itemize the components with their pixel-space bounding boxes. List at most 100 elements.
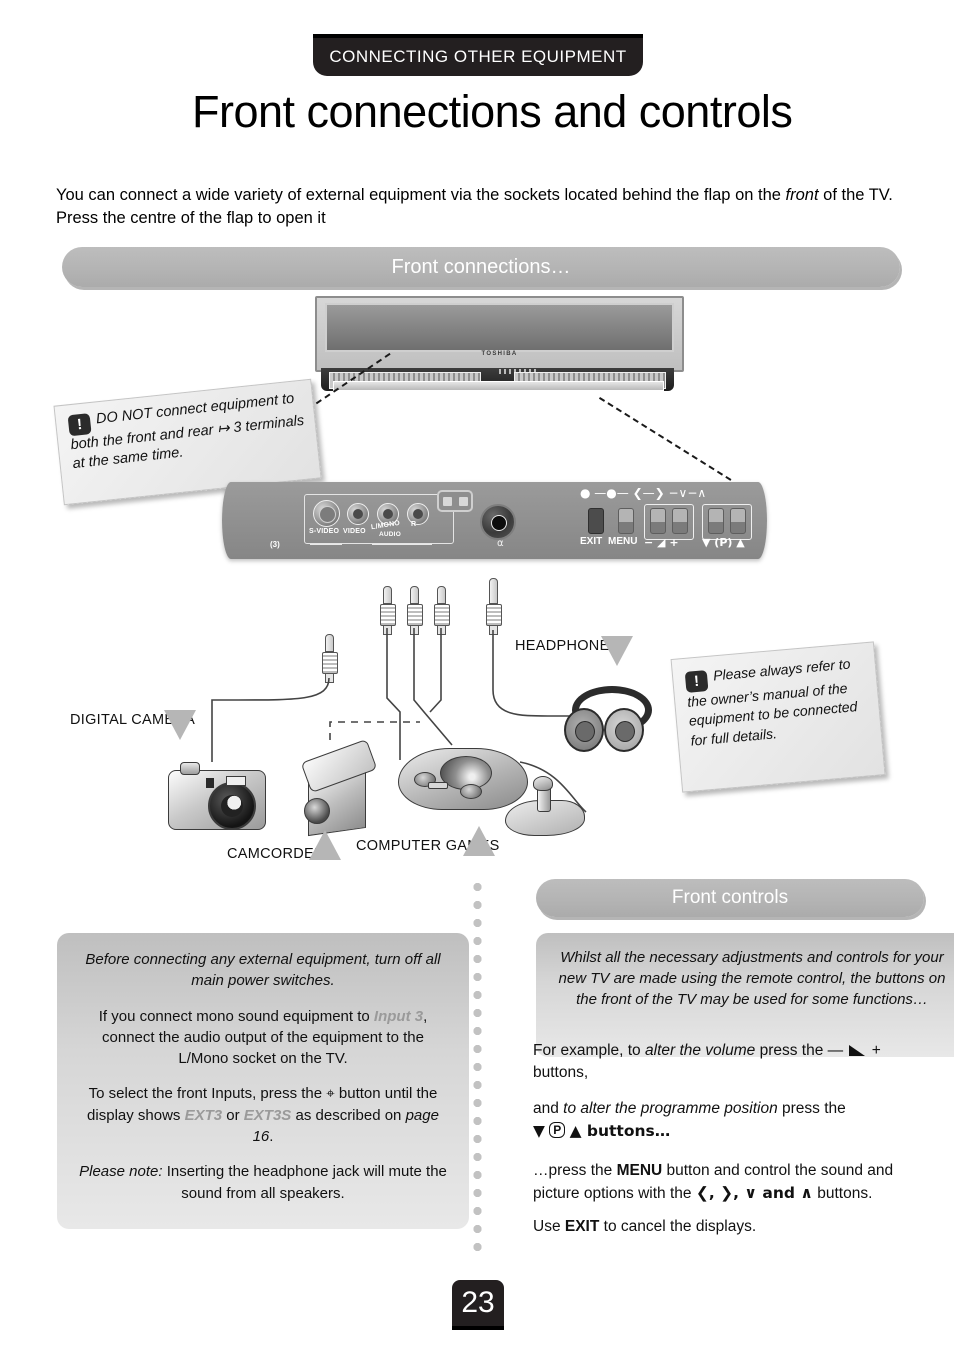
- front-controls-label: Front controls: [671, 887, 789, 908]
- headphone-socket[interactable]: [480, 504, 516, 540]
- tv-front-flap: [333, 381, 664, 391]
- arrow-camcorder: [309, 830, 341, 860]
- instr4-exit-bold: EXIT: [564, 1218, 600, 1235]
- front-controls-heading: Front controls: [536, 879, 924, 917]
- notes-box-front-controls-text: Whilst all the necessary adjustments and…: [558, 949, 946, 1008]
- plug-audio-l-rca: [407, 586, 423, 635]
- arrow-digital-camera: [164, 710, 196, 740]
- note-select-e: .: [269, 1128, 274, 1146]
- instruction-volume: For example, to alter the volume press t…: [533, 1040, 925, 1084]
- digital-camera-illustration: [168, 758, 266, 830]
- panel-volume-up-button[interactable]: [672, 508, 688, 534]
- arrow-headphones: [601, 636, 633, 666]
- page-number-badge: 23: [452, 1280, 504, 1326]
- headphones-cup-right: [604, 708, 644, 752]
- audio-label: AUDIO: [379, 531, 401, 538]
- cable-games-audio-r: [429, 628, 442, 713]
- instr2-b: press the: [777, 1100, 846, 1117]
- note-please-note-text: Inserting the headphone jack will mute t…: [162, 1163, 447, 1202]
- instruction-programme: and to alter the programme position pres…: [533, 1098, 925, 1143]
- tv-base-unit: [321, 368, 674, 391]
- camera-shutter-button: [180, 762, 200, 775]
- joystick-illustration: [505, 776, 585, 836]
- section-tab-label: CONNECTING OTHER EQUIPMENT: [329, 47, 627, 66]
- tv-body: TOSHIBA: [315, 296, 684, 372]
- callout-refer-manual: ! Please always refer to the owner’s manu…: [670, 641, 886, 793]
- panel-exit-button[interactable]: [588, 508, 604, 534]
- plug-body: [407, 604, 423, 626]
- headphones-pad-left: [575, 721, 595, 742]
- section-tab: CONNECTING OTHER EQUIPMENT: [313, 34, 643, 76]
- panel-programme-up-button[interactable]: [730, 508, 746, 534]
- note-ext3-accent: EXT3: [184, 1106, 223, 1124]
- gamepad-start-bar: [428, 782, 448, 789]
- note-power-switches: Before connecting any external equipment…: [77, 949, 449, 992]
- cable-camcorder-video: [386, 628, 401, 760]
- note-mono-sound: If you connect mono sound equipment to I…: [77, 1006, 449, 1070]
- instr3-menu-bold: MENU: [616, 1162, 663, 1179]
- service-pin-left: [442, 496, 452, 506]
- page-title: Front connections and controls: [192, 86, 793, 137]
- plug-pin: [409, 586, 419, 604]
- tv-brand-logo: TOSHIBA: [481, 351, 518, 357]
- camera-flash: [206, 778, 214, 788]
- plug-headphone-jack: [486, 578, 502, 635]
- plug-pin: [382, 586, 392, 604]
- headphones-illustration: [564, 686, 652, 752]
- panel-volume-down-button[interactable]: [650, 508, 666, 534]
- guide-line-right: [598, 397, 732, 481]
- intro-paragraph: You can connect a wide variety of extern…: [56, 184, 898, 231]
- headphones-pad-right: [615, 721, 635, 742]
- plug-tail: [382, 626, 392, 635]
- plug-body: [380, 604, 396, 626]
- note-select-inputs: To select the front Inputs, press the ⌖ …: [77, 1083, 449, 1147]
- joystick-knob: [533, 776, 553, 791]
- s-video-socket[interactable]: [313, 500, 340, 527]
- note-select-a: To select the front Inputs, press the: [88, 1085, 327, 1103]
- plug-audio-r-rca: [434, 586, 450, 635]
- notes-box-connecting: Before connecting any external equipment…: [57, 933, 469, 1229]
- callout-do-not-text: DO NOT connect equipment to both the fro…: [69, 390, 305, 473]
- tv-screen: [325, 303, 674, 352]
- instr1-b: press the —: [755, 1042, 848, 1059]
- triangle-up-icon: ▲ buttons…: [569, 1122, 671, 1140]
- plug-pin: [324, 634, 334, 652]
- plug-body: [434, 604, 450, 626]
- plug-body: [486, 604, 502, 626]
- input3-marking: (3): [270, 540, 280, 549]
- video-socket[interactable]: [347, 503, 369, 525]
- service-connector[interactable]: [437, 490, 473, 512]
- camera-lens: [208, 782, 256, 830]
- note-mono-a: If you connect mono sound equipment to: [98, 1007, 374, 1025]
- plug-digital-camera: [322, 634, 338, 683]
- instr3-c: buttons.: [812, 1185, 873, 1202]
- note-headphone-mute: Please note: Inserting the headphone jac…: [77, 1161, 449, 1204]
- instruction-menu: …press the MENU button and control the s…: [533, 1160, 925, 1205]
- headphones-cup-left: [564, 708, 604, 752]
- column-separator: [473, 878, 482, 1253]
- warning-icon: !: [67, 413, 92, 437]
- input3-socket-group: S-VIDEO VIDEO L/MONO R AUDIO: [304, 494, 454, 544]
- info-icon: !: [684, 670, 709, 693]
- intro-text-1: You can connect a wide variety of extern…: [56, 186, 786, 204]
- panel-exit-label: EXIT: [580, 536, 603, 547]
- plug-tail: [436, 626, 446, 635]
- panel-menu-label: MENU: [608, 536, 638, 547]
- panel-menu-button[interactable]: [618, 508, 634, 534]
- intro-text-italic: front: [785, 186, 819, 204]
- notes-box-front-controls: Whilst all the necessary adjustments and…: [536, 933, 954, 1057]
- camera-viewfinder: [226, 776, 246, 786]
- plug-pin: [436, 586, 446, 604]
- control-top-glyphs: ● —●— ❮—❯ −∨−∧: [580, 486, 707, 500]
- cable-camcorder-dashed: [329, 721, 420, 740]
- note-input3-accent: Input 3: [373, 1007, 424, 1025]
- instr1-a: For example, to: [533, 1042, 645, 1059]
- note-select-d: as described on: [291, 1106, 406, 1124]
- r-label: R: [411, 521, 417, 528]
- panel-programme-down-button[interactable]: [708, 508, 724, 534]
- plug-pin: [488, 578, 498, 604]
- s-video-label: S-VIDEO: [309, 528, 340, 535]
- instr4-b: to cancel the displays.: [599, 1218, 757, 1235]
- instr2-italic: to alter the programme position: [563, 1100, 778, 1117]
- front-control-buttons: ● —●— ❮—❯ −∨−∧ EXIT MENU − ◢ + ▼ (P) ▲: [580, 486, 760, 554]
